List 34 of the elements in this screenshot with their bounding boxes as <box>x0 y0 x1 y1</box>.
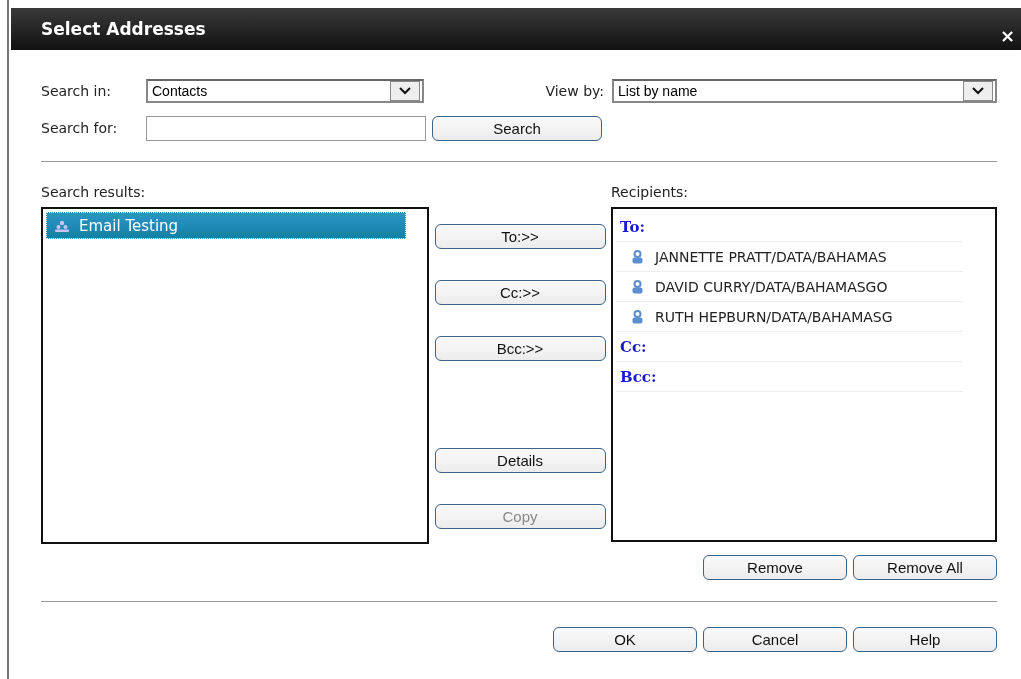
remove-button[interactable]: Remove <box>703 555 847 580</box>
search-button[interactable]: Search <box>432 115 602 141</box>
group-icon <box>55 219 69 232</box>
view-by-dropdown[interactable]: List by name <box>612 79 997 103</box>
recipient-group-label: Cc: <box>616 332 963 362</box>
search-in-dropdown[interactable]: Contacts <box>146 79 424 103</box>
dialog-button[interactable]: Help <box>853 627 997 652</box>
field-label: View by: <box>545 83 604 99</box>
dropdown-caret-icon <box>399 87 411 95</box>
recipient-group-label: To: <box>616 212 963 242</box>
action-button[interactable]: Details <box>434 448 606 473</box>
result-name: Email Testing <box>79 216 179 235</box>
action-button[interactable]: Cc:>> <box>434 280 606 305</box>
result-item[interactable]: Email Testing <box>46 212 406 239</box>
action-button[interactable]: To:>> <box>434 224 606 249</box>
section-label: Recipients: <box>611 184 690 200</box>
field-label: Search for: <box>41 120 119 136</box>
field-label: Search in: <box>41 83 113 99</box>
person-icon <box>632 309 643 324</box>
recipient-item[interactable]: RUTH HEPBURN/DATA/BAHAMASG <box>616 302 963 332</box>
person-icon <box>632 279 643 294</box>
recipient-item[interactable]: JANNETTE PRATT/DATA/BAHAMAS <box>616 242 963 272</box>
dialog-button[interactable]: OK <box>553 627 697 652</box>
close-button[interactable]: × <box>999 24 1015 46</box>
action-button[interactable]: Bcc:>> <box>434 336 606 361</box>
section-label: Search results: <box>41 184 147 200</box>
recipient-item[interactable]: DAVID CURRY/DATA/BAHAMASGO <box>616 272 963 302</box>
dialog-button[interactable]: Cancel <box>703 627 847 652</box>
remove-button[interactable]: Remove All <box>853 555 997 580</box>
search-field[interactable] <box>146 115 426 141</box>
recipient-group-label: Bcc: <box>616 362 963 392</box>
dropdown-caret-icon <box>972 87 984 95</box>
person-icon <box>632 249 643 264</box>
window-title: Select Addresses <box>41 19 206 39</box>
